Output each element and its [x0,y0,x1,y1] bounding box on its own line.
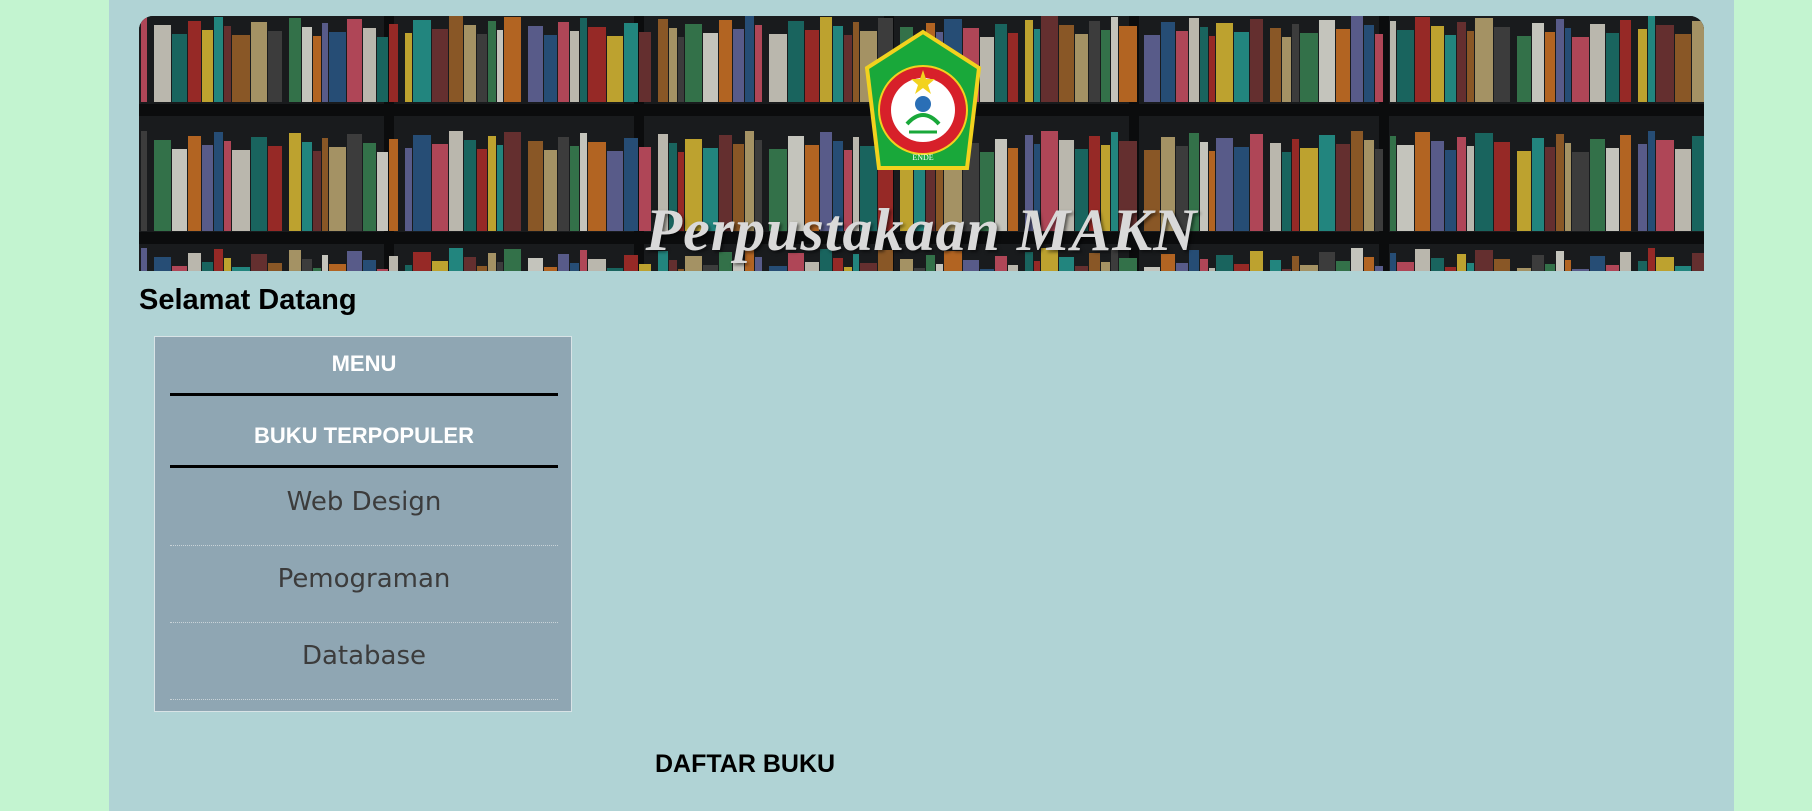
popular-divider [170,465,558,468]
sidebar-item-pemograman[interactable]: Pemograman [170,547,558,623]
sidebar-menu: MENU BUKU TERPOPULER Web Design Pemogram… [154,336,572,712]
svg-text:ENDE: ENDE [912,153,933,162]
school-logo: ENDE [864,29,982,170]
menu-heading: MENU [331,351,397,376]
menu-divider [170,393,558,396]
header-banner: ENDE Perpustakaan MAKN [139,16,1704,271]
popular-books-heading: BUKU TERPOPULER [253,423,474,448]
page-container: ENDE Perpustakaan MAKN Selamat Datang ME… [109,0,1734,811]
sidebar-item-database[interactable]: Database [170,624,558,700]
book-list-heading: DAFTAR BUKU [655,750,836,778]
welcome-heading: Selamat Datang [139,284,357,316]
sidebar-item-web-design[interactable]: Web Design [170,470,558,546]
site-title: Perpustakaan MAKN [645,197,1198,263]
